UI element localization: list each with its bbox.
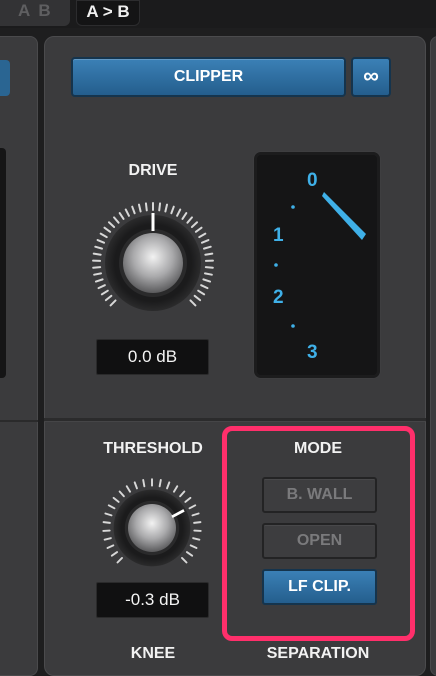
knob-tick: [185, 498, 190, 502]
drive-knob[interactable]: [83, 193, 223, 333]
knob-tick: [174, 486, 177, 491]
knob-tick: [104, 228, 110, 232]
knob-tick: [192, 513, 198, 515]
link-button[interactable]: ∞: [351, 57, 391, 97]
knob-tick: [127, 486, 130, 491]
knob-tick: [105, 538, 111, 540]
knob-tick: [146, 203, 147, 210]
drive-value-display[interactable]: 0.0 dB: [96, 339, 209, 375]
clipper-enable-button[interactable]: CLIPPER: [71, 57, 346, 97]
mode-label: MODE: [258, 440, 378, 458]
knob-tick: [192, 222, 197, 227]
knob-tick: [98, 240, 104, 243]
knob-tick: [104, 522, 110, 523]
section-divider: [44, 418, 426, 422]
knob-tick: [202, 240, 208, 243]
knob-tick: [171, 207, 173, 214]
knob-tick: [160, 480, 161, 486]
knob-tick: [204, 247, 211, 249]
mode-open-button[interactable]: OPEN: [262, 523, 377, 559]
knob-tick: [114, 498, 119, 502]
gain-reduction-meter: 0 1 2 3: [253, 151, 381, 379]
knob-tick: [94, 273, 101, 274]
knob-tick: [120, 213, 124, 219]
knob-tick: [193, 538, 199, 540]
knob-tick: [177, 210, 180, 216]
knob-tick: [182, 558, 187, 563]
knob-tick: [165, 205, 167, 212]
meter-graphic: [254, 152, 382, 380]
knob-tick: [135, 482, 137, 488]
meter-scale-1: 1: [273, 225, 284, 247]
knob-tick: [195, 296, 200, 300]
meter-scale-3: 3: [307, 342, 318, 364]
knob-tick: [132, 207, 134, 214]
left-module-display: [0, 148, 6, 378]
knob-tick: [112, 552, 117, 556]
knob-tick: [105, 513, 111, 515]
knob-tick: [126, 210, 129, 216]
knob-tick: [102, 291, 108, 295]
threshold-knob-graphic: [96, 472, 208, 584]
link-icon: ∞: [363, 63, 379, 88]
knob-tick: [95, 247, 102, 249]
drive-label: DRIVE: [93, 162, 213, 180]
knob-tick: [190, 505, 196, 508]
knob-tick: [117, 558, 122, 563]
knob-tick: [93, 267, 100, 268]
knob-tick: [139, 205, 141, 212]
knob-tick: [109, 505, 115, 508]
knob-tick: [187, 217, 192, 222]
knob-tick: [106, 296, 111, 300]
knob-tick: [187, 552, 192, 556]
meter-scale-0: 0: [307, 170, 318, 192]
knob-tick: [201, 285, 207, 288]
threshold-value-display[interactable]: -0.3 dB: [96, 582, 209, 618]
knob-tick: [199, 234, 205, 237]
copy-a-to-b-button[interactable]: A > B: [76, 0, 140, 26]
knob-tick: [205, 254, 212, 255]
knob-tick: [114, 217, 119, 222]
knob-tick: [191, 545, 197, 548]
mode-lf-clip-button[interactable]: LF CLIP.: [262, 569, 377, 605]
knob-tick: [109, 222, 114, 227]
knob-tick: [99, 285, 105, 288]
knob-tick: [96, 279, 103, 281]
knob-tick: [194, 522, 200, 523]
knob-tick: [167, 482, 169, 488]
knob-tick: [190, 300, 195, 305]
mode-brickwall-button[interactable]: B. WALL: [262, 477, 377, 513]
knob-tick: [203, 279, 210, 281]
left-module-button[interactable]: [0, 60, 10, 96]
knob-tick: [180, 491, 184, 496]
knob-tick: [159, 203, 160, 210]
knob-tick: [120, 491, 124, 496]
knob-tick: [107, 545, 113, 548]
knee-label: KNEE: [110, 645, 196, 663]
knob-tick: [143, 480, 144, 486]
meter-scale-2: 2: [273, 287, 284, 309]
knob-tick: [111, 300, 116, 305]
knob-tick: [196, 228, 202, 232]
knob-tick: [182, 213, 186, 219]
threshold-knob[interactable]: [96, 472, 208, 584]
right-module-panel: [430, 36, 436, 676]
knob-tick: [94, 254, 101, 255]
knob-tick: [198, 291, 204, 295]
knob-tick: [206, 267, 213, 268]
knob-tick: [205, 273, 212, 274]
left-module-divider: [0, 420, 38, 422]
ab-toggle-button[interactable]: A B: [0, 0, 70, 26]
separation-label: SEPARATION: [248, 645, 388, 663]
drive-knob-graphic: [83, 193, 223, 333]
threshold-label: THRESHOLD: [88, 440, 218, 458]
knob-tick: [101, 234, 107, 237]
